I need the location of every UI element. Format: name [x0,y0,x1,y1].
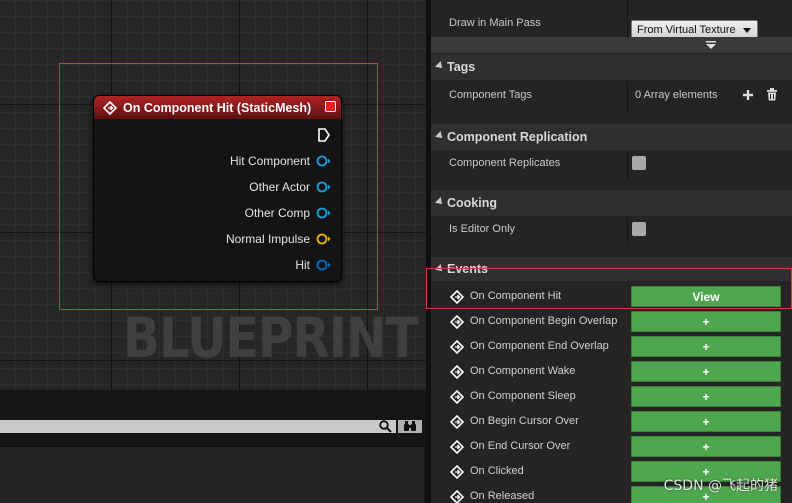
category-tags[interactable]: Tags [431,54,792,80]
pin-hit[interactable]: Hit [295,258,331,272]
event-diamond-icon [449,414,465,430]
event-row: On Component Hit View [431,284,792,309]
event-row: On End Cursor Over + [431,434,792,459]
event-diamond-icon [449,314,465,330]
event-label: On Component Sleep [470,390,576,402]
vector-pin-icon [316,233,331,245]
array-count: 0 Array elements [635,89,718,101]
property-label: Component Tags [449,89,532,101]
event-label: On Component Wake [470,365,576,377]
node-title: On Component Hit (StaticMesh) [123,100,312,115]
event-diamond-icon [449,439,465,455]
event-diamond-icon [449,339,465,355]
category-events[interactable]: Events [431,257,792,281]
is-editor-only-checkbox[interactable] [632,222,646,236]
exec-output-pin-icon[interactable] [317,127,331,143]
add-icon[interactable] [742,89,754,101]
category-label: Component Replication [447,130,588,144]
property-label: Component Replicates [449,157,561,169]
results-list [0,446,424,503]
csdn-watermark: CSDN @飞起的猪 [663,478,778,494]
pin-label: Other Actor [249,180,310,194]
event-label: On Released [470,490,535,502]
pin-normal-impulse[interactable]: Normal Impulse [226,232,331,246]
add-event-button[interactable]: + [631,436,781,457]
event-row: On Begin Cursor Over + [431,409,792,434]
component-replicates-checkbox[interactable] [632,156,646,170]
property-row-draw-in-main-pass: Draw in Main Pass From Virtual Texture [431,7,792,40]
add-event-button[interactable]: + [631,386,781,407]
pin-other-actor[interactable]: Other Actor [249,180,331,194]
pin-label: Hit Component [229,154,310,168]
event-label: On Component Begin Overlap [470,315,618,327]
event-label: On End Cursor Over [470,440,571,452]
pin-other-comp[interactable]: Other Comp [245,206,331,220]
object-pin-icon [316,155,331,167]
event-label: On Begin Cursor Over [470,415,579,427]
pin-label: Hit [295,258,310,272]
trash-icon[interactable] [766,88,778,101]
event-diamond-icon [449,364,465,380]
event-diamond-icon [449,489,465,503]
property-label: Is Editor Only [449,223,516,235]
binoculars-icon[interactable] [398,420,422,433]
property-row-component-replicates: Component Replicates [431,151,792,180]
add-event-button[interactable]: + [631,361,781,382]
struct-pin-icon [316,259,331,271]
add-event-button[interactable]: + [631,336,781,357]
collapse-arrow-icon [435,264,445,274]
category-label: Cooking [447,196,497,210]
event-diamond-icon [449,289,465,305]
node-header[interactable]: On Component Hit (StaticMesh) [94,96,341,119]
event-diamond-icon [449,389,465,405]
property-label: Draw in Main Pass [449,17,541,29]
event-row: On Component Wake + [431,359,792,384]
property-row-is-editor-only: Is Editor Only [431,217,792,246]
advanced-expander[interactable] [431,37,792,53]
category-component-replication[interactable]: Component Replication [431,124,792,150]
event-label: On Clicked [470,465,524,477]
pin-label: Normal Impulse [225,232,310,246]
collapse-arrow-icon [435,131,445,141]
category-cooking[interactable]: Cooking [431,190,792,216]
pin-label: Other Comp [244,206,310,220]
pin-hit-component[interactable]: Hit Component [230,154,331,168]
expand-arrow-icon [706,41,716,49]
view-event-button[interactable]: View [631,286,781,307]
event-label: On Component Hit [470,290,562,302]
delegate-pin-icon[interactable] [325,101,336,112]
event-row: On Component Sleep + [431,384,792,409]
event-diamond-icon [103,100,117,115]
property-row-component-tags: Component Tags 0 Array elements [431,81,792,112]
add-event-button[interactable]: + [631,411,781,432]
event-row: On Component End Overlap + [431,334,792,359]
search-input[interactable] [0,420,396,433]
add-event-button[interactable]: + [631,311,781,332]
collapse-arrow-icon [435,61,445,71]
category-label: Events [447,262,488,276]
category-label: Tags [447,60,476,74]
event-diamond-icon [449,464,465,480]
object-pin-icon [316,181,331,193]
chevron-down-icon [743,28,751,33]
event-node-on-component-hit[interactable]: On Component Hit (StaticMesh) Hit Compon… [93,95,342,282]
bottom-panel [0,390,426,503]
dropdown-value: From Virtual Texture [637,24,736,36]
event-label: On Component End Overlap [470,340,609,352]
event-row: On Component Begin Overlap + [431,309,792,334]
blueprint-watermark: BLUEPRINT [123,306,419,370]
blueprint-graph-canvas[interactable]: BLUEPRINT On Component Hit (StaticMesh) … [0,0,426,390]
collapse-arrow-icon [435,197,445,207]
search-icon[interactable] [374,420,396,433]
property-row-cutoff [431,0,792,7]
object-pin-icon [316,207,331,219]
details-panel: Draw in Main Pass From Virtual Texture T… [431,0,792,503]
